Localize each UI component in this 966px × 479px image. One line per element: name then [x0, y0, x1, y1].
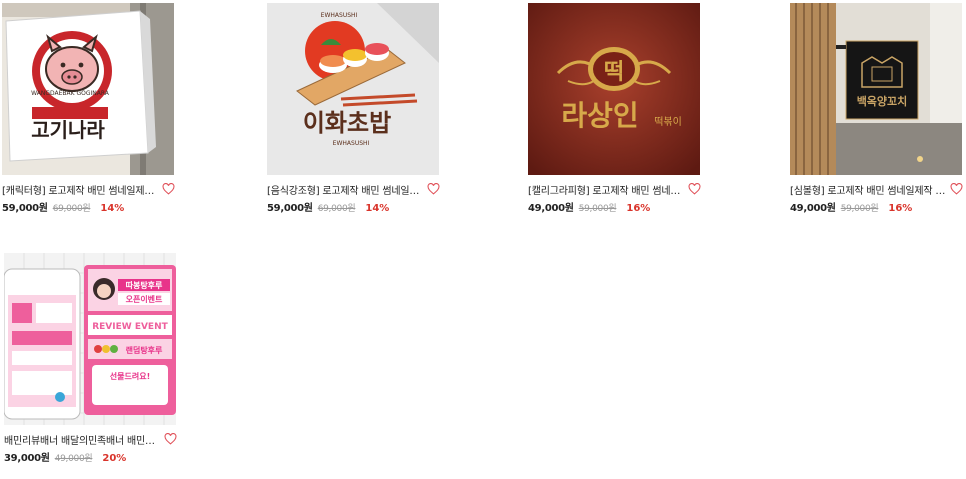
- product-thumbnail[interactable]: 따봉탕후루 오픈이벤트 REVIEW EVENT 랜덤탕후루 선물드려요!: [4, 253, 176, 425]
- svg-text:선물드려요!: 선물드려요!: [110, 371, 150, 381]
- product-title[interactable]: [캘리그라피형] 로고제작 배민 썸네일제작 로고디자인: [528, 182, 686, 197]
- symbol-sign-image: 백옥양꼬치: [790, 3, 962, 175]
- product-original-price: 69,000원: [52, 204, 91, 214]
- product-title[interactable]: [심볼형] 로고제작 배민 썸네일제작 로고디자인: [790, 182, 948, 197]
- pig-restaurant-sign-image: WANGDAEBAK GOGINARA 왕대박 고기나라: [2, 3, 174, 175]
- product-discount: 20%: [102, 453, 127, 464]
- product-discount: 16%: [626, 203, 651, 214]
- product-discount: 16%: [888, 203, 913, 214]
- svg-text:WANGDAEBAK GOGINARA: WANGDAEBAK GOGINARA: [31, 90, 110, 97]
- product-card[interactable]: 백옥양꼬치 [심볼형] 로고제작 배민 썸네일제작 로고디자인 49,000원 …: [790, 3, 966, 214]
- svg-text:이화초밥: 이화초밥: [303, 109, 391, 137]
- svg-text:떡: 떡: [604, 60, 624, 85]
- product-original-price: 59,000원: [840, 204, 879, 214]
- svg-text:REVIEW EVENT: REVIEW EVENT: [92, 322, 168, 332]
- product-discount: 14%: [365, 203, 390, 214]
- svg-text:EWHASUSHI: EWHASUSHI: [333, 140, 370, 147]
- svg-text:따봉탕후루: 따봉탕후루: [126, 280, 163, 290]
- product-thumbnail[interactable]: 백옥양꼬치: [790, 3, 962, 175]
- product-original-price: 69,000원: [317, 204, 356, 214]
- product-price: 59,000원: [2, 203, 48, 214]
- product-price: 49,000원: [790, 203, 836, 214]
- svg-text:고기나라: 고기나라: [31, 118, 105, 142]
- product-thumbnail[interactable]: 떡 라상인 떡볶이: [528, 3, 700, 175]
- heart-icon[interactable]: [688, 183, 701, 195]
- heart-icon[interactable]: [950, 183, 963, 195]
- svg-text:라상인: 라상인: [561, 99, 638, 132]
- product-title[interactable]: [캐릭터형] 로고제작 배민 썸네일제작 로고디자인: [2, 182, 160, 197]
- product-thumbnail[interactable]: WANGDAEBAK GOGINARA 왕대박 고기나라: [2, 3, 174, 175]
- sushi-logo-image: 이화초밥 EWHASUSHI EWHASUSHI: [267, 3, 439, 175]
- product-card[interactable]: 이화초밥 EWHASUSHI EWHASUSHI [음식강조형] 로고제작 배민…: [267, 3, 443, 214]
- product-card[interactable]: 따봉탕후루 오픈이벤트 REVIEW EVENT 랜덤탕후루 선물드려요! 배민…: [4, 253, 180, 464]
- svg-text:랜덤탕후루: 랜덤탕후루: [126, 345, 163, 355]
- heart-icon[interactable]: [164, 433, 177, 445]
- product-title[interactable]: [음식강조형] 로고제작 배민 썸네일제작 로고디자인: [267, 182, 425, 197]
- svg-text:EWHASUSHI: EWHASUSHI: [321, 12, 358, 19]
- product-card[interactable]: WANGDAEBAK GOGINARA 왕대박 고기나라 [캐릭터형] 로고제작…: [2, 3, 178, 214]
- heart-icon[interactable]: [162, 183, 175, 195]
- product-card[interactable]: 떡 라상인 떡볶이 [캘리그라피형] 로고제작 배민 썸네일제작 로고디자인 4…: [528, 3, 704, 214]
- svg-text:오픈이벤트: 오픈이벤트: [126, 294, 163, 304]
- product-price: 59,000원: [267, 203, 313, 214]
- product-discount: 14%: [100, 203, 125, 214]
- product-price: 39,000원: [4, 453, 50, 464]
- product-original-price: 49,000원: [54, 454, 93, 464]
- calligraphy-logo-image: 떡 라상인 떡볶이: [528, 3, 700, 175]
- review-banner-image: 따봉탕후루 오픈이벤트 REVIEW EVENT 랜덤탕후루 선물드려요!: [4, 253, 176, 425]
- product-price: 49,000원: [528, 203, 574, 214]
- product-title[interactable]: 배민리뷰배너 배달의민족배너 배민배너 리뷰이벤트: [4, 432, 162, 447]
- product-thumbnail[interactable]: 이화초밥 EWHASUSHI EWHASUSHI: [267, 3, 439, 175]
- svg-text:백옥양꼬치: 백옥양꼬치: [857, 94, 908, 108]
- svg-text:떡볶이: 떡볶이: [654, 116, 682, 128]
- product-original-price: 59,000원: [578, 204, 617, 214]
- heart-icon[interactable]: [427, 183, 440, 195]
